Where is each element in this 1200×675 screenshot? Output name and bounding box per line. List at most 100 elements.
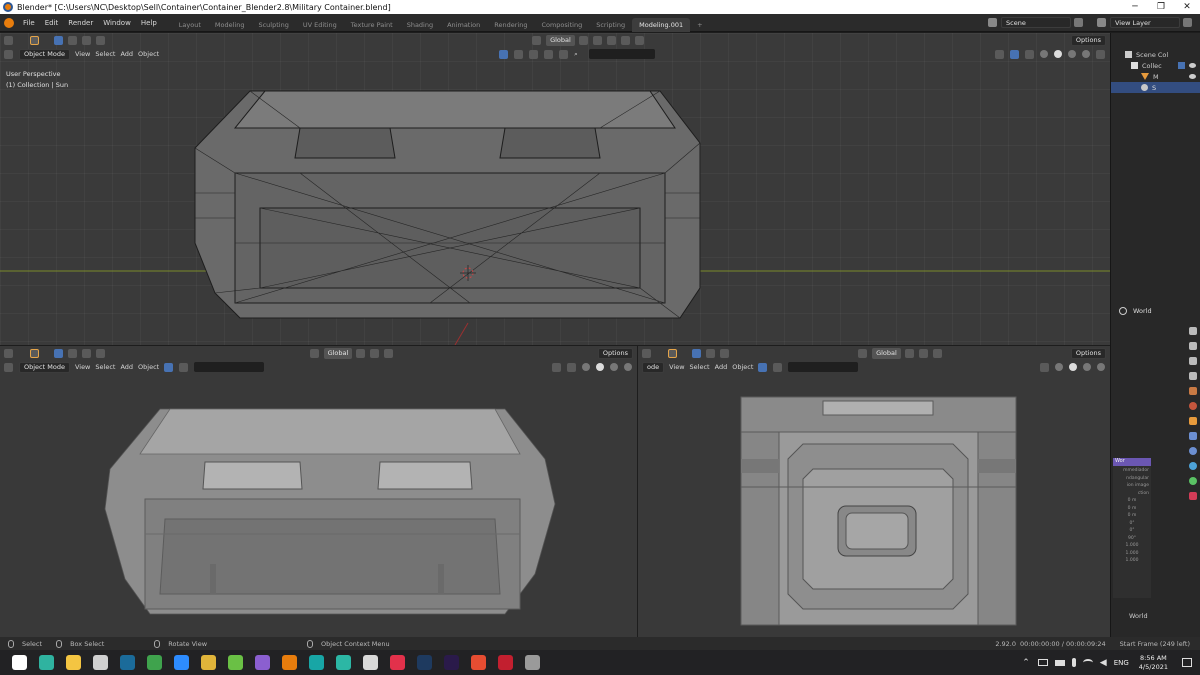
transform-orientation-icon[interactable] xyxy=(858,348,868,358)
outliner-row[interactable]: Scene Col xyxy=(1111,49,1200,60)
mode-dropdown[interactable]: Object Mode xyxy=(19,361,70,373)
mixer-icon[interactable] xyxy=(525,655,540,670)
clock[interactable]: 8:56 AM 4/5/2021 xyxy=(1139,654,1168,672)
select-mode-extend-icon[interactable] xyxy=(68,348,77,358)
shading-rendered-icon[interactable] xyxy=(1097,363,1105,371)
tab-texture-paint[interactable]: Texture Paint xyxy=(344,18,400,32)
view-layer-browse-icon[interactable] xyxy=(1183,18,1192,27)
substance-painter-icon[interactable] xyxy=(471,655,486,670)
view-layer-icon[interactable] xyxy=(1097,18,1106,27)
battery-icon[interactable] xyxy=(1054,659,1065,666)
minimize-button[interactable]: ─ xyxy=(1122,2,1148,12)
menu-object[interactable]: Object xyxy=(732,363,753,371)
zoom-icon[interactable] xyxy=(174,655,189,670)
microphone-icon[interactable] xyxy=(1071,658,1076,667)
tab-modeling-001[interactable]: Modeling.001 xyxy=(632,17,691,32)
menu-add[interactable]: Add xyxy=(120,363,133,371)
select-mode-new-icon[interactable] xyxy=(692,348,701,358)
output-tab-icon[interactable] xyxy=(1189,357,1197,365)
wifi-icon[interactable] xyxy=(1082,659,1093,666)
snap-icon[interactable] xyxy=(370,348,380,358)
proportional-edit-icon[interactable] xyxy=(932,348,942,358)
mode-dropdown[interactable]: ode xyxy=(642,361,665,373)
explorer-icon[interactable] xyxy=(66,655,81,670)
proportional-edit-icon[interactable] xyxy=(384,348,394,358)
select-tool-icon[interactable] xyxy=(668,348,677,358)
shading-material-icon[interactable] xyxy=(610,363,618,371)
material-tab-icon[interactable] xyxy=(1189,492,1197,500)
outliner-row[interactable]: S xyxy=(1111,82,1200,93)
pivot-icon[interactable] xyxy=(904,348,914,358)
github-icon[interactable] xyxy=(93,655,108,670)
select-tool-icon[interactable] xyxy=(30,348,39,358)
tray-chevron-icon[interactable]: ⌃ xyxy=(1022,658,1030,668)
particles-tab-icon[interactable] xyxy=(1189,447,1197,455)
chrome-icon[interactable] xyxy=(201,655,216,670)
maximize-button[interactable]: ❐ xyxy=(1148,2,1174,12)
object-type-visibility-icon[interactable] xyxy=(164,362,174,372)
photoshop-icon[interactable] xyxy=(417,655,432,670)
checkbox-icon[interactable] xyxy=(1178,62,1185,69)
gizmo-icon[interactable] xyxy=(773,362,783,372)
tab-rendering[interactable]: Rendering xyxy=(487,18,534,32)
windows-icon[interactable] xyxy=(12,655,27,670)
view-layer-selector[interactable]: View Layer xyxy=(1110,17,1180,28)
menu-edit[interactable]: Edit xyxy=(40,19,64,27)
modifier-tab-icon[interactable] xyxy=(1189,432,1197,440)
scene-tab-icon[interactable] xyxy=(1189,387,1197,395)
pivot-icon[interactable] xyxy=(356,348,366,358)
close-button[interactable]: ✕ xyxy=(1174,2,1200,12)
tab-modeling[interactable]: Modeling xyxy=(208,18,252,32)
menu-object[interactable]: Object xyxy=(138,363,159,371)
outliner-row[interactable]: M xyxy=(1111,71,1200,82)
photos-icon[interactable] xyxy=(363,655,378,670)
menu-view[interactable]: View xyxy=(75,363,90,371)
transform-orientation-dropdown[interactable]: Global xyxy=(872,347,901,359)
shading-rendered-icon[interactable] xyxy=(624,363,632,371)
shading-wireframe-icon[interactable] xyxy=(1055,363,1063,371)
scene-selector[interactable]: Scene xyxy=(1001,17,1071,28)
options-dropdown[interactable]: Options xyxy=(1070,347,1106,359)
select-mode-invert-icon[interactable] xyxy=(96,348,105,358)
viewport-top[interactable]: Global Options Object Mode View Select A… xyxy=(0,33,1110,345)
search-input[interactable] xyxy=(788,362,859,372)
show-overlays-icon[interactable] xyxy=(1040,362,1049,372)
language-indicator[interactable]: ENG xyxy=(1114,659,1129,667)
eye-icon[interactable] xyxy=(1189,63,1196,68)
visual-studio-icon[interactable] xyxy=(255,655,270,670)
tool-tab-icon[interactable] xyxy=(1189,327,1197,335)
data-tab-icon[interactable] xyxy=(1189,477,1197,485)
scene-icon[interactable] xyxy=(988,18,997,27)
tab-compositing[interactable]: Compositing xyxy=(534,18,589,32)
object-type-visibility-icon[interactable] xyxy=(758,362,768,372)
select-mode-new-icon[interactable] xyxy=(54,348,63,358)
shading-wireframe-icon[interactable] xyxy=(582,363,590,371)
blender-menu-icon[interactable] xyxy=(4,17,14,28)
pycharm-icon[interactable] xyxy=(228,655,243,670)
tab-shading[interactable]: Shading xyxy=(400,18,440,32)
shading-solid-icon[interactable] xyxy=(596,363,604,371)
world-tab-icon[interactable] xyxy=(1189,402,1197,410)
menu-window[interactable]: Window xyxy=(98,19,136,27)
eye-icon[interactable] xyxy=(1189,74,1196,79)
substance-designer-icon[interactable] xyxy=(498,655,513,670)
menu-select[interactable]: Select xyxy=(690,363,710,371)
menu-render[interactable]: Render xyxy=(63,19,98,27)
menu-add[interactable]: Add xyxy=(715,363,728,371)
render-tab-icon[interactable] xyxy=(1189,342,1197,350)
scene-browse-icon[interactable] xyxy=(1074,18,1083,27)
tool-options-icon[interactable] xyxy=(642,348,651,358)
volume-icon[interactable]: ◀ xyxy=(1100,658,1107,668)
transform-orientation-dropdown[interactable]: Global xyxy=(323,347,353,359)
snap-icon[interactable] xyxy=(918,348,928,358)
show-overlays-icon[interactable] xyxy=(552,362,561,372)
physics-tab-icon[interactable] xyxy=(1189,462,1197,470)
tab-animation[interactable]: Animation xyxy=(440,18,487,32)
xbox-icon[interactable] xyxy=(147,655,162,670)
notifications-icon[interactable] xyxy=(1182,658,1192,667)
search-input[interactable] xyxy=(194,362,265,372)
ai-app-icon[interactable] xyxy=(390,655,405,670)
premiere-icon[interactable] xyxy=(444,655,459,670)
3dsmax-icon[interactable] xyxy=(309,655,324,670)
select-mode-subtract-icon[interactable] xyxy=(82,348,91,358)
